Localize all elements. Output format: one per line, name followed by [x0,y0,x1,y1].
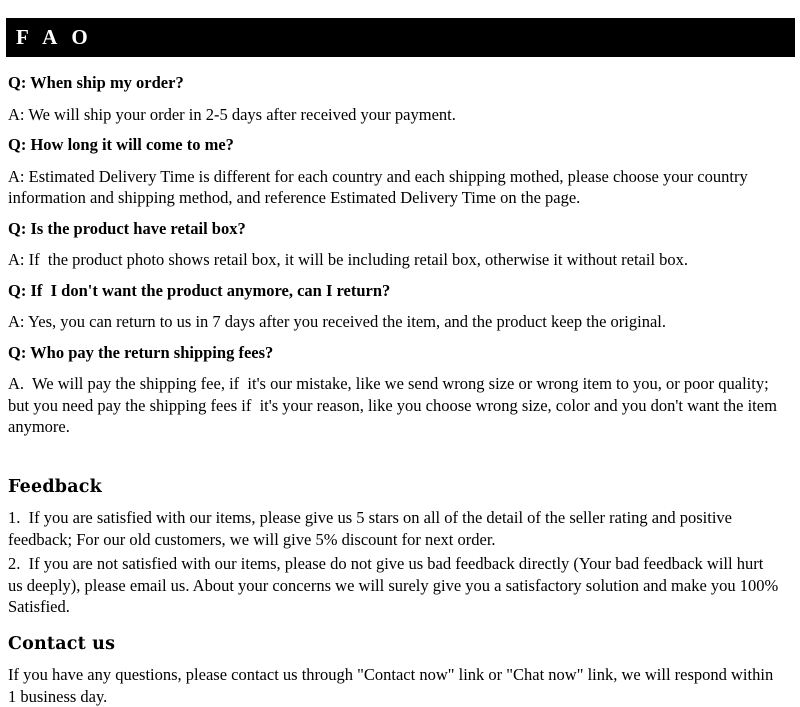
feedback-heading: Feedback [8,479,782,505]
feedback-section: Feedback 1. If you are satisfied with ou… [8,479,782,618]
faq-item: Q: If I don't want the product anymore, … [8,276,782,338]
faq-item: Q: Who pay the return shipping fees? A. … [8,338,782,443]
faq-item: Q: Is the product have retail box? A: If… [8,214,782,276]
faq-answer: A: Estimated Delivery Time is different … [8,160,782,214]
faq-question: Q: If I don't want the product anymore, … [8,276,782,306]
faq-page: F A O Q: When ship my order? A: We will … [0,0,800,700]
faq-answer: A. We will pay the shipping fee, if it's… [8,367,782,443]
faq-answer: A: Yes, you can return to us in 7 days a… [8,305,782,338]
faq-answer: A: If the product photo shows retail box… [8,243,782,276]
page-header-bar: F A O [6,18,795,57]
spacer [8,443,782,479]
faq-answer: A: We will ship your order in 2-5 days a… [8,98,782,131]
contact-section: Contact us If you have any questions, pl… [8,636,782,707]
contact-text: If you have any questions, please contac… [8,661,782,707]
page-title: F A O [6,27,93,48]
faq-content: Q: When ship my order? A: We will ship y… [8,68,782,707]
faq-question: Q: When ship my order? [8,68,782,98]
faq-question: Q: Who pay the return shipping fees? [8,338,782,368]
faq-question: Q: How long it will come to me? [8,130,782,160]
faq-question: Q: Is the product have retail box? [8,214,782,244]
feedback-item: 1. If you are satisfied with our items, … [8,504,782,550]
spacer [8,618,782,636]
faq-item: Q: How long it will come to me? A: Estim… [8,130,782,214]
faq-item: Q: When ship my order? A: We will ship y… [8,68,782,130]
feedback-item: 2. If you are not satisfied with our ite… [8,550,782,618]
contact-heading: Contact us [8,636,782,662]
